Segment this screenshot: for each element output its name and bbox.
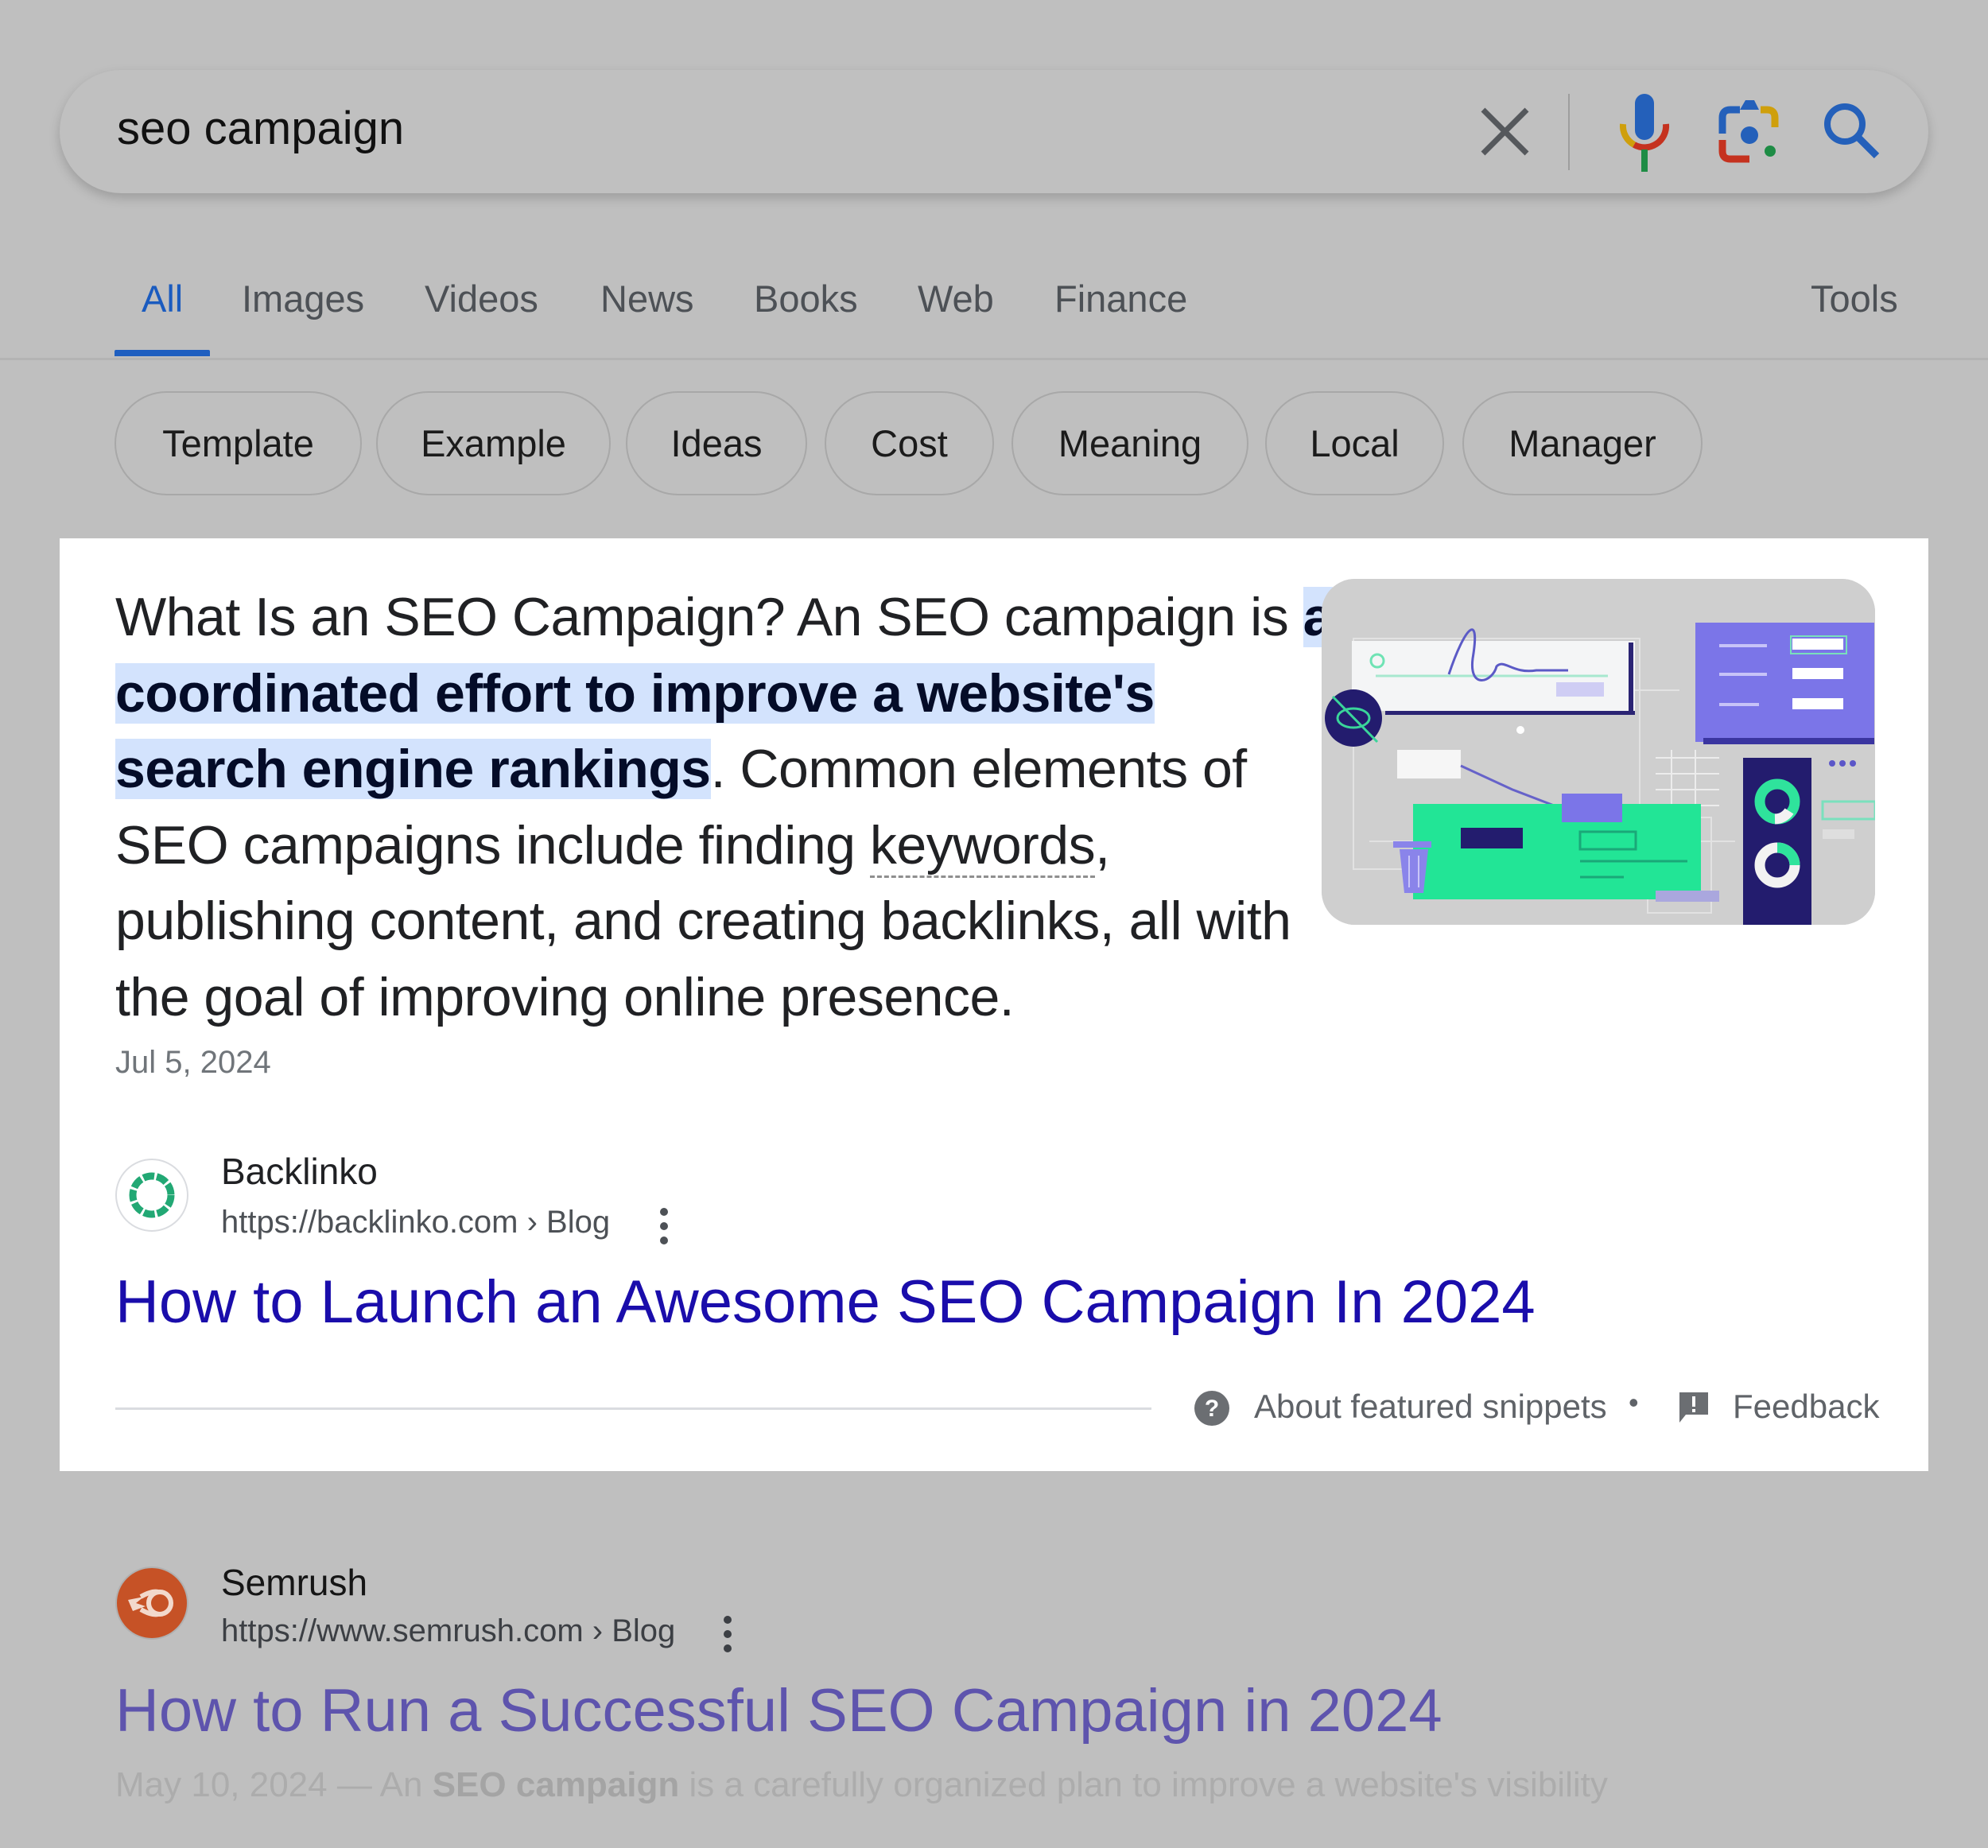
result-snippet-date: May 10, 2024 (115, 1765, 328, 1804)
result-more-options-button[interactable] (716, 1610, 740, 1658)
chip-template[interactable]: Template (115, 391, 362, 495)
feedback-icon (1679, 1392, 1708, 1423)
chip-meaning[interactable]: Meaning (1011, 391, 1248, 495)
source-site-name[interactable]: Backlinko (221, 1150, 378, 1193)
result-site-name[interactable]: Semrush (221, 1561, 367, 1604)
chip-example[interactable]: Example (376, 391, 611, 495)
source-url[interactable]: https://backlinko.com › Blog (221, 1205, 610, 1240)
footer-separator: • (1629, 1386, 1639, 1419)
result-url[interactable]: https://www.semrush.com › Blog (221, 1613, 675, 1649)
semrush-logo-icon (128, 1589, 173, 1617)
help-circle-icon[interactable]: ? (1193, 1389, 1231, 1427)
snippet-footer-divider (115, 1407, 1151, 1410)
keywords-definition-link[interactable]: keywords (869, 814, 1096, 878)
result-snippet-dash: — An (327, 1765, 433, 1804)
about-featured-snippets-link[interactable]: About featured snippets (1254, 1388, 1607, 1426)
snippet-image[interactable] (1322, 579, 1875, 925)
active-tab-indicator (115, 350, 210, 356)
search-input[interactable]: seo campaign (117, 102, 404, 155)
more-vert-icon (724, 1616, 732, 1652)
google-lens-button[interactable] (1718, 95, 1781, 167)
snippet-intro: What Is an SEO Campaign? An SEO campaign… (115, 587, 1303, 647)
microphone-icon (1619, 94, 1670, 172)
tab-web[interactable]: Web (918, 277, 994, 320)
chip-manager[interactable]: Manager (1462, 391, 1703, 495)
featured-snippet: What Is an SEO Campaign? An SEO campaign… (60, 538, 1928, 1471)
tab-videos[interactable]: Videos (425, 277, 538, 320)
source-more-options-button[interactable] (652, 1202, 676, 1250)
result-url-breadcrumb: Blog (612, 1613, 676, 1648)
search-icon (1824, 103, 1880, 159)
result-url-domain: https://www.semrush.com (221, 1613, 584, 1648)
feedback-link[interactable]: Feedback (1733, 1388, 1879, 1426)
result-snippet: May 10, 2024 — An SEO campaign is a care… (115, 1765, 1608, 1805)
chip-cost[interactable]: Cost (825, 391, 994, 495)
chip-local[interactable]: Local (1265, 391, 1444, 495)
result-snippet-bold: SEO campaign (432, 1765, 680, 1804)
voice-search-button[interactable] (1618, 94, 1671, 173)
svg-text:?: ? (1205, 1396, 1219, 1422)
result-snippet-rest: is a carefully organized plan to improve… (679, 1765, 1608, 1804)
source-url-domain: https://backlinko.com (221, 1205, 518, 1240)
breadcrumb-separator: › (583, 1613, 612, 1648)
result-title-link[interactable]: How to Run a Successful SEO Campaign in … (115, 1676, 1442, 1745)
search-button[interactable] (1821, 100, 1885, 164)
tab-all[interactable]: All (142, 277, 183, 320)
tab-images[interactable]: Images (242, 277, 364, 320)
search-bar[interactable]: seo campaign (60, 70, 1928, 193)
feedback-button-icon[interactable] (1676, 1389, 1711, 1424)
tab-news[interactable]: News (600, 277, 694, 320)
source-url-breadcrumb: Blog (546, 1205, 611, 1240)
close-icon (1481, 107, 1529, 156)
tools-button[interactable]: Tools (1811, 277, 1898, 320)
snippet-date: Jul 5, 2024 (115, 1045, 271, 1080)
search-bar-divider (1568, 94, 1570, 170)
tab-books[interactable]: Books (754, 277, 858, 320)
backlinko-logo-icon (129, 1172, 175, 1218)
more-vert-icon (660, 1208, 668, 1244)
google-lens-icon (1718, 100, 1779, 163)
seo-illustration (1322, 579, 1875, 925)
backlinko-favicon[interactable] (115, 1159, 188, 1232)
semrush-favicon[interactable] (115, 1567, 188, 1640)
question-mark-icon: ? (1194, 1391, 1229, 1426)
snippet-text: What Is an SEO Campaign? An SEO campaign… (115, 580, 1340, 1035)
clear-search-button[interactable] (1475, 102, 1535, 161)
source-title-link[interactable]: How to Launch an Awesome SEO Campaign In… (115, 1268, 1536, 1337)
chip-ideas[interactable]: Ideas (626, 391, 807, 495)
breadcrumb-separator: › (518, 1205, 547, 1240)
tabs-divider (0, 358, 1988, 360)
tab-finance[interactable]: Finance (1054, 277, 1187, 320)
